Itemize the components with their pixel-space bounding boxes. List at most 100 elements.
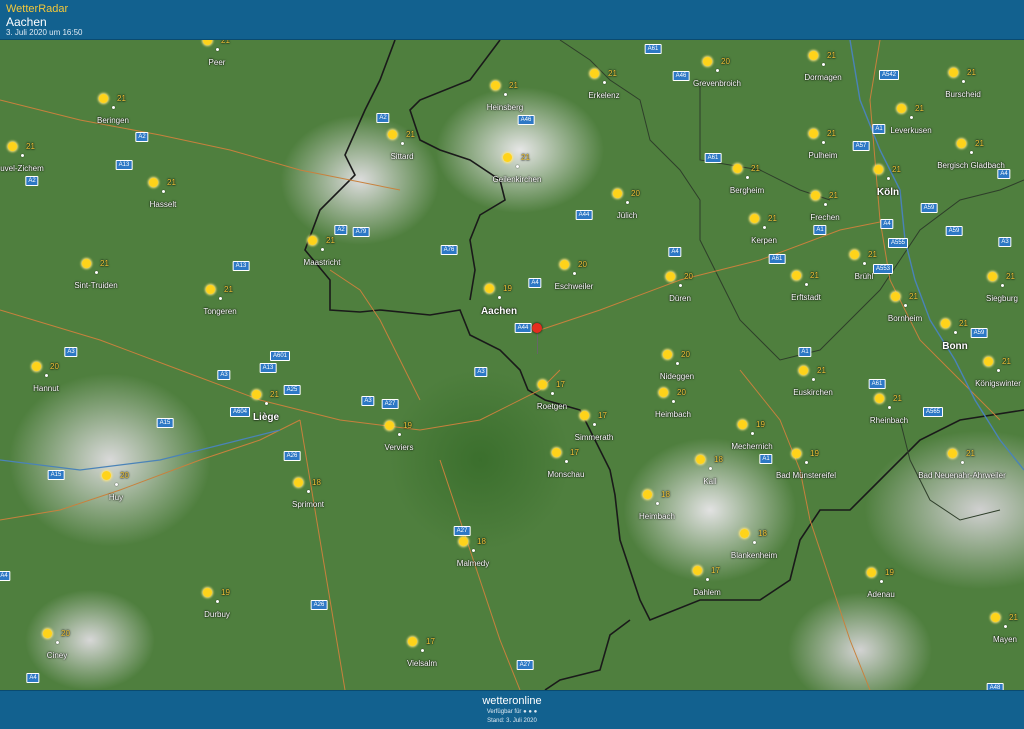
city-name: Brühl [854, 272, 874, 281]
city-temperature: 19 [503, 284, 512, 293]
city-name: Hannut [33, 384, 59, 393]
city-name: Pulheim [808, 151, 838, 160]
road-shield: A553 [872, 264, 894, 274]
city-name: Monschau [547, 470, 585, 479]
city-dot-icon [676, 362, 679, 365]
city-dot-icon [656, 502, 659, 505]
city-dot-icon [709, 467, 712, 470]
road-shield: A4 [0, 571, 11, 581]
city-dot-icon [805, 461, 808, 464]
city-dot-icon [904, 304, 907, 307]
city-dot-icon [516, 165, 519, 168]
city-temperature: 21 [224, 285, 233, 294]
city-name: Adenau [867, 590, 895, 599]
sun-icon [891, 292, 900, 301]
sun-icon [809, 51, 818, 60]
radar-map[interactable]: A61 A46 A542 A2 A13 A2 A2 A46 A1 A57 A61 A4 A2 A79 A76… [0, 40, 1024, 690]
sun-icon [149, 178, 158, 187]
city-name: Bonn [942, 341, 968, 352]
city-name: Aachen [480, 306, 518, 317]
road-shield: A4 [26, 673, 40, 683]
city-name: Erftstadt [791, 293, 821, 302]
city-dot-icon [805, 283, 808, 286]
city-dot-icon [45, 374, 48, 377]
city-name: Grevenbroich [692, 79, 742, 88]
city-dot-icon [910, 116, 913, 119]
city-dot-icon [706, 578, 709, 581]
city-temperature: 20 [684, 272, 693, 281]
city-dot-icon [112, 106, 115, 109]
city-dot-icon [216, 600, 219, 603]
city-name: Simmerath [574, 433, 614, 442]
city-name: Hasselt [149, 200, 177, 209]
city-dot-icon [398, 433, 401, 436]
sun-icon [590, 69, 599, 78]
location-pin-icon[interactable] [532, 323, 542, 333]
city-dot-icon [1001, 284, 1004, 287]
sun-icon [666, 272, 675, 281]
city-dot-icon [763, 226, 766, 229]
road-shield: A46 [672, 71, 690, 81]
city-temperature: 19 [810, 449, 819, 458]
road-shield: A1 [798, 347, 812, 357]
city-dot-icon [716, 69, 719, 72]
road-shield: A3 [474, 367, 488, 377]
city-dot-icon [593, 423, 596, 426]
city-temperature: 21 [909, 292, 918, 301]
city-dot-icon [954, 331, 957, 334]
sun-icon [408, 637, 417, 646]
road-shield: A59 [970, 328, 988, 338]
city-dot-icon [626, 201, 629, 204]
wetteronline-logo[interactable]: wetteronline [0, 695, 1024, 707]
road-shield: A3 [64, 347, 78, 357]
city-dot-icon [321, 248, 324, 251]
city-dot-icon [753, 541, 756, 544]
city-dot-icon [880, 580, 883, 583]
city-dot-icon [997, 369, 1000, 372]
sun-icon [792, 449, 801, 458]
city-name: Euskirchen [793, 388, 833, 397]
city-temperature: 19 [756, 420, 765, 429]
city-temperature: 21 [1009, 613, 1018, 622]
road-shield: A76 [440, 245, 458, 255]
sun-icon [948, 449, 957, 458]
city-name: Dahlem [693, 588, 721, 597]
city-temperature: 21 [1002, 357, 1011, 366]
road-shield: A604 [229, 407, 251, 417]
city-name: Malmedy [456, 559, 490, 568]
sun-icon [988, 272, 997, 281]
road-shield: A3 [998, 237, 1012, 247]
city-temperature: 17 [556, 380, 565, 389]
bottom-footer: wetteronline Verfügbar für ● ● ● Stand: … [0, 690, 1024, 729]
city-name: Beringen [96, 116, 130, 125]
road-shield: A27 [516, 660, 534, 670]
road-shield: A601 [269, 351, 291, 361]
city-temperature: 21 [827, 51, 836, 60]
road-shield: A4 [997, 169, 1011, 179]
city-temperature: 21 [270, 390, 279, 399]
road-shield: A26 [310, 600, 328, 610]
sun-icon [503, 153, 512, 162]
city-name: Kerpen [751, 236, 777, 245]
city-temperature: 20 [677, 388, 686, 397]
road-shield: A555 [887, 238, 909, 248]
road-shield: A44 [575, 210, 593, 220]
road-shield: A4 [880, 219, 894, 229]
city-dot-icon [961, 461, 964, 464]
city-name: Vielsalm [406, 659, 438, 668]
city-temperature: 19 [403, 421, 412, 430]
road-shield: A27 [453, 526, 471, 536]
city-name: Frechen [810, 213, 840, 222]
sun-icon [874, 165, 883, 174]
road-shield: A57 [852, 141, 870, 151]
city-name: Maastricht [303, 258, 341, 267]
sun-icon [809, 129, 818, 138]
app-brand[interactable]: WetterRadar [6, 3, 68, 15]
sun-icon [693, 566, 702, 575]
city-dot-icon [504, 93, 507, 96]
sun-icon [308, 236, 317, 245]
city-name: Jülich [616, 211, 638, 220]
road-shield: A15 [47, 470, 65, 480]
city-name: Mechernich [731, 442, 773, 451]
road-shield: A44 [514, 323, 532, 333]
